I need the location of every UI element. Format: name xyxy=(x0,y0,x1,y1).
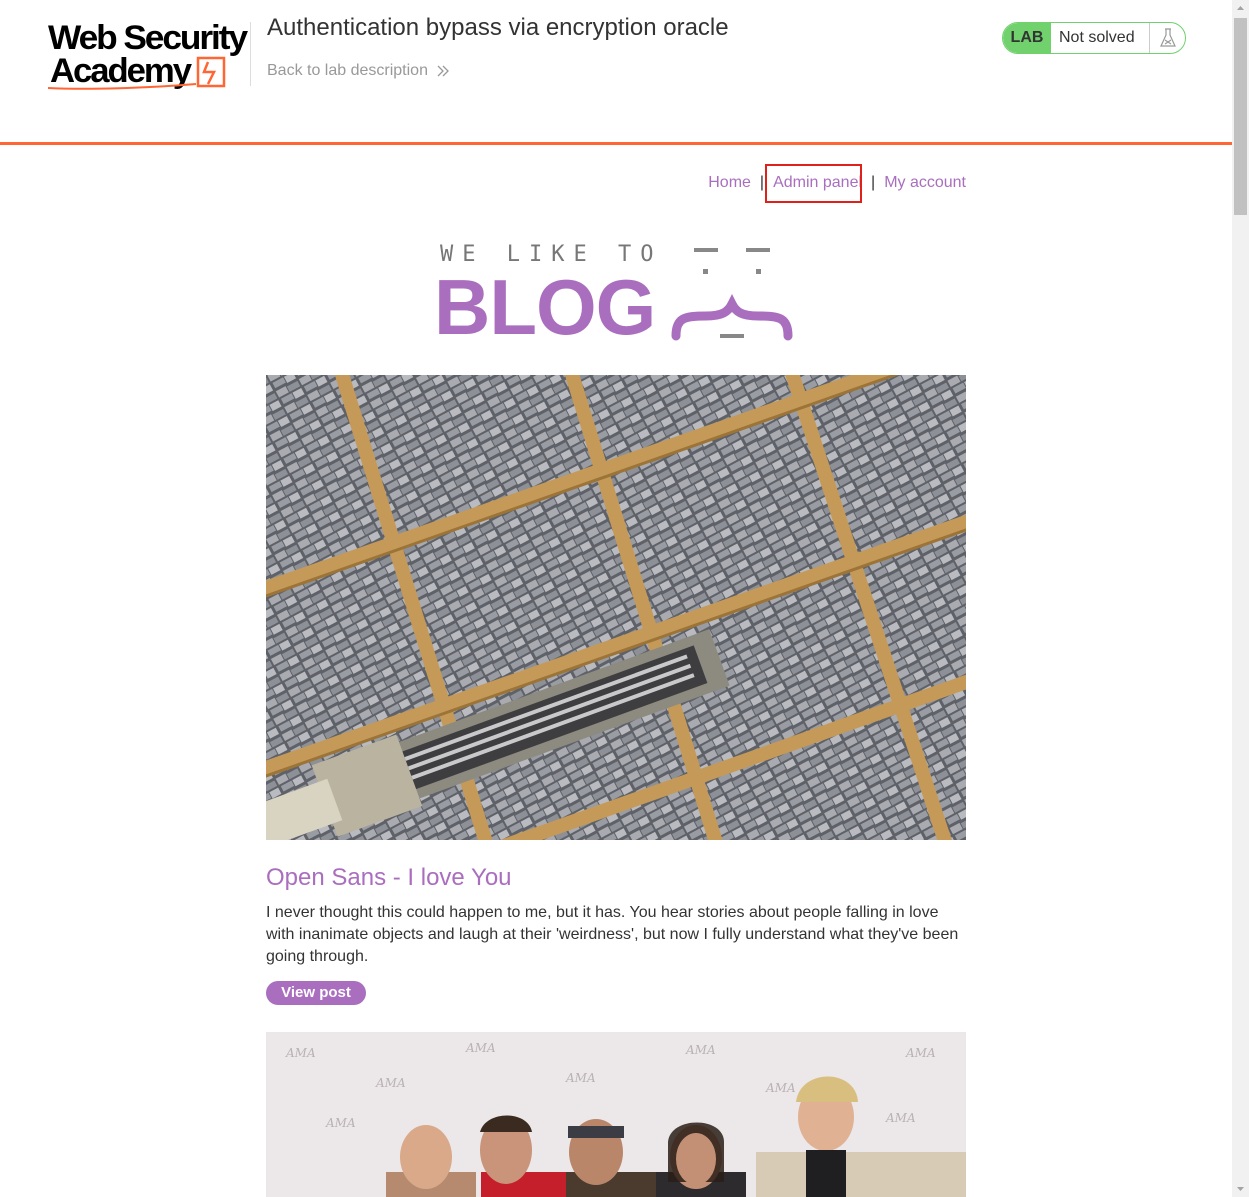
flask-icon xyxy=(1149,23,1185,53)
scroll-up-arrow-icon[interactable] xyxy=(1232,0,1249,17)
lab-title: Authentication bypass via encryption ora… xyxy=(267,14,729,41)
back-link-label: Back to lab description xyxy=(267,62,428,79)
lab-status-widget: LAB Not solved xyxy=(1002,22,1186,54)
svg-text:Academy: Academy xyxy=(50,52,192,90)
blog-banner: WE LIKE TO BLOG xyxy=(430,238,810,348)
svg-text:AMA: AMA xyxy=(375,1076,406,1090)
nav-separator: | xyxy=(871,174,876,191)
curly-brace-face-icon xyxy=(671,248,793,341)
blog-post: Open Sans - I love You I never thought t… xyxy=(266,375,966,1005)
lab-status-text: Not solved xyxy=(1059,29,1135,46)
svg-text:AMA: AMA xyxy=(685,1043,716,1057)
vertical-scrollbar[interactable] xyxy=(1232,0,1249,1197)
blog-post: AMA AMA AMA AMA AMA AMA AMA AMA AMA xyxy=(266,1032,966,1197)
nav-my-account-link[interactable]: My account xyxy=(884,174,966,191)
post-image-group-photo[interactable]: AMA AMA AMA AMA AMA AMA AMA AMA AMA xyxy=(266,1032,966,1197)
double-chevron-right-icon xyxy=(437,65,449,77)
post-title-link[interactable]: Open Sans - I love You xyxy=(266,862,966,894)
banner-blog-word: BLOG xyxy=(434,263,656,351)
logo-graphic: Web Security Academy xyxy=(47,19,250,90)
post-image-letterpress-type[interactable] xyxy=(266,375,966,840)
svg-text:AMA: AMA xyxy=(565,1071,596,1085)
svg-text:AMA: AMA xyxy=(465,1041,496,1055)
svg-text:AMA: AMA xyxy=(885,1111,916,1125)
logo-divider xyxy=(250,22,251,86)
svg-text:AMA: AMA xyxy=(285,1046,316,1060)
academy-header: Web Security Academy Authentication bypa… xyxy=(0,0,1232,145)
nav-home-link[interactable]: Home xyxy=(708,174,751,191)
scrollbar-thumb[interactable] xyxy=(1234,18,1247,215)
svg-text:AMA: AMA xyxy=(905,1046,936,1060)
scroll-down-arrow-icon[interactable] xyxy=(1232,1180,1249,1197)
admin-panel-highlight xyxy=(765,164,862,203)
web-security-academy-logo[interactable]: Web Security Academy xyxy=(47,18,250,94)
svg-text:AMA: AMA xyxy=(765,1081,796,1095)
svg-text:AMA: AMA xyxy=(325,1116,356,1130)
post-summary: I never thought this could happen to me,… xyxy=(266,904,959,965)
nav-separator: | xyxy=(759,174,765,191)
view-post-button[interactable]: View post xyxy=(266,981,366,1005)
back-to-lab-description-link[interactable]: Back to lab description xyxy=(267,62,450,80)
lab-badge: LAB xyxy=(1003,23,1051,53)
